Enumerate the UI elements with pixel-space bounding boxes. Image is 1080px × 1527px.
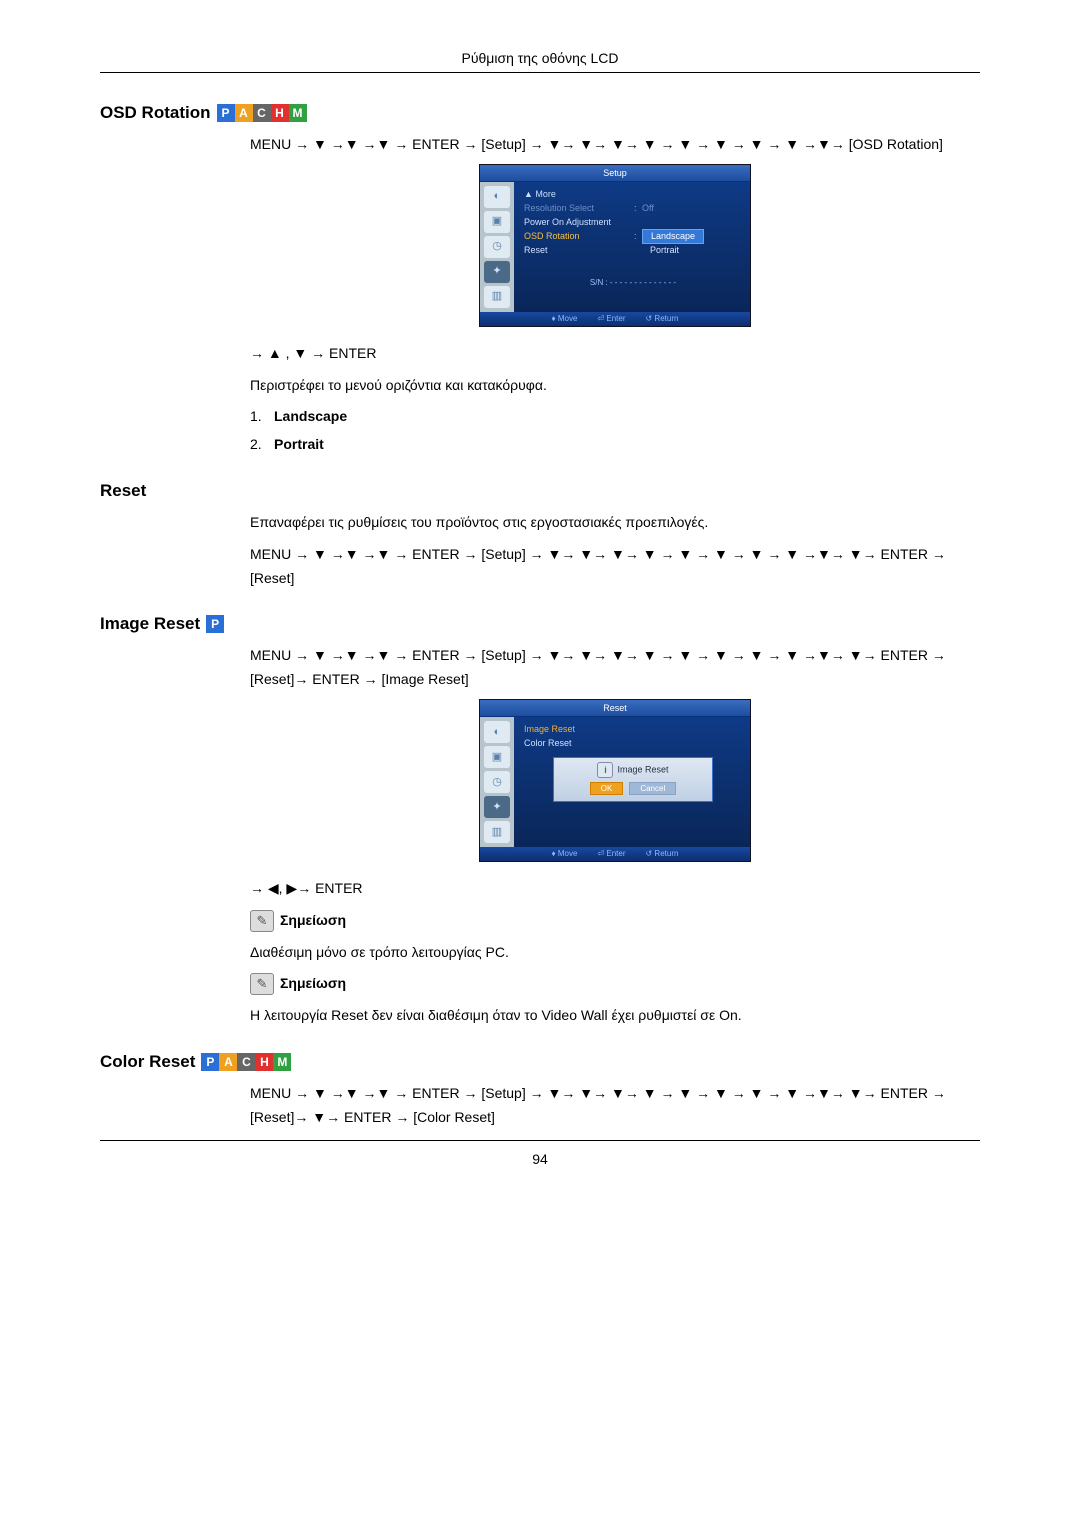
- osd-option-portrait: Portrait: [642, 244, 687, 257]
- heading-text: Image Reset: [100, 614, 200, 634]
- osd-row-resolution-select-value: Off: [642, 201, 742, 216]
- nav-sequence: MENU → ▼ →▼ →▼ → ENTER → [Setup] → ▼→ ▼→…: [250, 644, 980, 692]
- osd-footer-enter: ⏎ Enter: [597, 847, 625, 861]
- osd-sidebar-icon-source: ▣: [484, 746, 510, 768]
- osd-sidebar-icon-setup: ✦: [484, 261, 510, 283]
- heading-text: OSD Rotation: [100, 103, 211, 123]
- osd-footer-move: ♦ Move: [552, 847, 578, 861]
- badge-a: A: [235, 104, 253, 122]
- osd-footer: ♦ Move ⏎ Enter ↺ Return: [480, 312, 750, 326]
- heading-text: Color Reset: [100, 1052, 195, 1072]
- mode-badges: P: [206, 615, 224, 633]
- badge-c: C: [253, 104, 271, 122]
- osd-sidebar-icon-time: ◷: [484, 236, 510, 258]
- badge-p: P: [201, 1053, 219, 1071]
- osd-more-label: ▲ More: [524, 187, 556, 202]
- post-nav-sequence: → ◀, ▶→ ENTER: [250, 877, 980, 901]
- osd-row-reset-label: Reset: [524, 243, 634, 258]
- osd-sidebar: ◐ ▣ ◷ ✦ ▥: [480, 717, 514, 847]
- mode-badges: P A C H M: [217, 104, 307, 122]
- section-title-color-reset: Color Reset P A C H M: [100, 1052, 980, 1072]
- osd-footer-enter: ⏎ Enter: [597, 312, 625, 326]
- modal-cancel-button[interactable]: Cancel: [629, 782, 676, 795]
- osd-sidebar-icon-multi: ▥: [484, 286, 510, 308]
- osd-title: Setup: [480, 165, 750, 182]
- osd-sidebar-icon-multi: ▥: [484, 821, 510, 843]
- osd-row-resolution-select-label: Resolution Select: [524, 201, 634, 216]
- osd-sidebar: ◐ ▣ ◷ ✦ ▥: [480, 182, 514, 312]
- osd-screenshot-setup: Setup ◐ ▣ ◷ ✦ ▥ ▲ More Resolution Select…: [480, 165, 750, 326]
- osd-footer-return: ↺ Return: [645, 312, 678, 326]
- osd-row-osd-rotation-label: OSD Rotation: [524, 229, 634, 244]
- section-title-image-reset: Image Reset P: [100, 614, 980, 634]
- badge-a: A: [219, 1053, 237, 1071]
- post-nav-sequence: → ▲ , ▼ → ENTER: [250, 342, 980, 366]
- badge-m: M: [289, 104, 307, 122]
- badge-p: P: [217, 104, 235, 122]
- info-icon: i: [597, 762, 613, 778]
- note-icon: ✎: [250, 910, 274, 932]
- heading-text: Reset: [100, 481, 146, 501]
- note-text: Διαθέσιμη μόνο σε τρόπο λειτουργίας PC.: [250, 941, 980, 965]
- osd-sidebar-icon-picture: ◐: [484, 186, 510, 208]
- note-label: Σημείωση: [280, 972, 346, 996]
- mode-badges: P A C H M: [201, 1053, 291, 1071]
- osd-screenshot-reset: Reset ◐ ▣ ◷ ✦ ▥ Image Reset Color Reset …: [480, 700, 750, 861]
- note-text: Η λειτουργία Reset δεν είναι διαθέσιμη ό…: [250, 1004, 980, 1028]
- osd-sidebar-icon-setup: ✦: [484, 796, 510, 818]
- badge-m: M: [273, 1053, 291, 1071]
- osd-option-landscape: Landscape: [642, 229, 704, 244]
- modal-ok-button[interactable]: OK: [590, 782, 624, 795]
- osd-footer-return: ↺ Return: [645, 847, 678, 861]
- osd-rotation-options-list: 1.Landscape 2.Portrait: [250, 405, 980, 457]
- badge-c: C: [237, 1053, 255, 1071]
- osd-list-color-reset: Color Reset: [524, 736, 634, 751]
- osd-row-power-on-adj-label: Power On Adjustment: [524, 215, 634, 230]
- osd-sidebar-icon-time: ◷: [484, 771, 510, 793]
- osd-rotation-description: Περιστρέφει το μενού οριζόντια και κατακ…: [250, 374, 980, 398]
- page-number: 94: [100, 1151, 980, 1167]
- reset-description: Επαναφέρει τις ρυθμίσεις του προϊόντος σ…: [250, 511, 980, 535]
- note-label: Σημείωση: [280, 909, 346, 933]
- badge-p: P: [206, 615, 224, 633]
- nav-sequence: MENU → ▼ →▼ →▼ → ENTER → [Setup] → ▼→ ▼→…: [250, 1082, 980, 1130]
- osd-footer: ♦ Move ⏎ Enter ↺ Return: [480, 847, 750, 861]
- osd-sidebar-icon-picture: ◐: [484, 721, 510, 743]
- osd-footer-move: ♦ Move: [552, 312, 578, 326]
- badge-h: H: [271, 104, 289, 122]
- osd-modal-image-reset: i Image Reset OK Cancel: [553, 757, 713, 802]
- osd-serial-number: S/N : - - - - - - - - - - - - - -: [524, 276, 742, 290]
- list-item: 2.Portrait: [250, 433, 980, 457]
- osd-list-image-reset: Image Reset: [524, 722, 634, 737]
- modal-title: Image Reset: [617, 764, 668, 774]
- nav-sequence: MENU → ▼ →▼ →▼ → ENTER → [Setup] → ▼→ ▼→…: [250, 133, 980, 157]
- osd-title: Reset: [480, 700, 750, 717]
- footer-divider: [100, 1140, 980, 1141]
- section-title-osd-rotation: OSD Rotation P A C H M: [100, 103, 980, 123]
- badge-h: H: [255, 1053, 273, 1071]
- page-header-title: Ρύθμιση της οθόνης LCD: [100, 50, 980, 66]
- osd-sidebar-icon-source: ▣: [484, 211, 510, 233]
- section-title-reset: Reset: [100, 481, 980, 501]
- note-icon: ✎: [250, 973, 274, 995]
- list-item: 1.Landscape: [250, 405, 980, 429]
- header-divider: [100, 72, 980, 73]
- nav-sequence: MENU → ▼ →▼ →▼ → ENTER → [Setup] → ▼→ ▼→…: [250, 543, 980, 591]
